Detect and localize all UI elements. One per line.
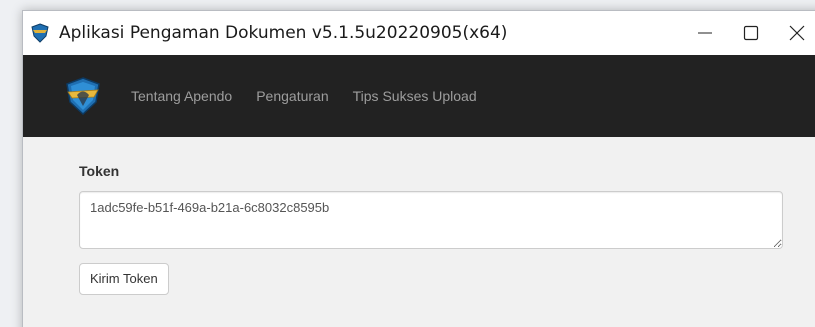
nav-item-tips-sukses-upload[interactable]: Tips Sukses Upload xyxy=(353,88,477,104)
title-bar[interactable]: Aplikasi Pengaman Dokumen v5.1.5u2022090… xyxy=(23,11,815,55)
token-input[interactable]: 1adc59fe-b51f-469a-b21a-6c8032c8595b xyxy=(79,191,783,249)
token-field-wrapper: 1adc59fe-b51f-469a-b21a-6c8032c8595b xyxy=(79,191,783,249)
shield-icon xyxy=(29,22,51,44)
shield-logo-icon[interactable] xyxy=(63,76,103,116)
maximize-icon xyxy=(743,25,759,41)
kirim-token-button[interactable]: Kirim Token xyxy=(79,263,169,295)
minimize-button[interactable] xyxy=(682,11,728,55)
token-form: Token 1adc59fe-b51f-469a-b21a-6c8032c859… xyxy=(23,137,815,295)
nav-item-pengaturan[interactable]: Pengaturan xyxy=(256,88,328,104)
desktop: Aplikasi Pengaman Dokumen v5.1.5u2022090… xyxy=(0,0,815,327)
app-window: Aplikasi Pengaman Dokumen v5.1.5u2022090… xyxy=(22,10,815,327)
minimize-icon xyxy=(698,32,712,34)
maximize-button[interactable] xyxy=(728,11,774,55)
close-icon xyxy=(789,25,805,41)
token-label: Token xyxy=(79,163,120,179)
window-title: Aplikasi Pengaman Dokumen v5.1.5u2022090… xyxy=(59,23,508,43)
window-controls xyxy=(682,11,815,55)
close-button[interactable] xyxy=(774,11,815,55)
navbar: Tentang Apendo Pengaturan Tips Sukses Up… xyxy=(23,55,815,137)
nav-item-tentang-apendo[interactable]: Tentang Apendo xyxy=(131,88,232,104)
